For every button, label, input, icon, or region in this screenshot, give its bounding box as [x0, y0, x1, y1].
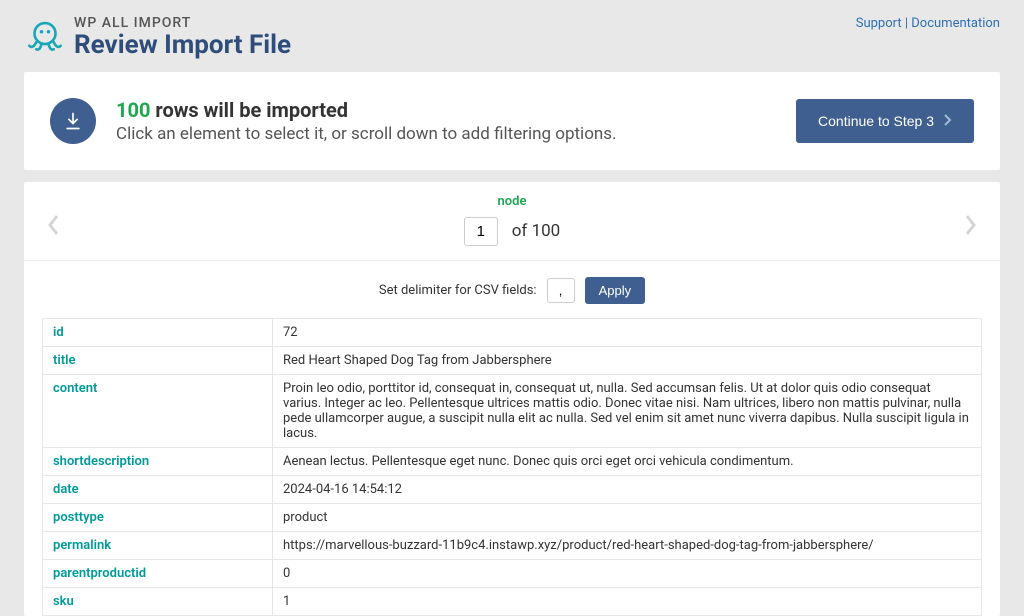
node-label: node: [62, 194, 962, 209]
prev-record-button[interactable]: [44, 210, 62, 240]
field-key[interactable]: title: [43, 346, 273, 374]
table-row[interactable]: permalinkhttps://marvellous-buzzard-11b9…: [43, 531, 982, 559]
field-key[interactable]: sku: [43, 587, 273, 615]
field-key[interactable]: posttype: [43, 503, 273, 531]
import-subtitle: Click an element to select it, or scroll…: [116, 124, 617, 144]
field-value[interactable]: Red Heart Shaped Dog Tag from Jabbersphe…: [273, 346, 982, 374]
table-row[interactable]: date2024-04-16 14:54:12: [43, 475, 982, 503]
field-value[interactable]: 1: [273, 587, 982, 615]
apply-delimiter-button[interactable]: Apply: [585, 277, 646, 304]
field-value[interactable]: 2024-04-16 14:54:12: [273, 475, 982, 503]
table-row[interactable]: contentProin leo odio, porttitor id, con…: [43, 374, 982, 447]
page-title: Review Import File: [74, 31, 291, 60]
of-label: of: [512, 221, 528, 241]
delimiter-input[interactable]: [547, 278, 575, 303]
continue-button[interactable]: Continue to Step 3: [796, 99, 974, 143]
import-title-suffix: rows will be imported: [155, 98, 348, 122]
table-row[interactable]: id72: [43, 318, 982, 346]
brand-name: WP ALL IMPORT: [74, 16, 291, 31]
app-header: WP ALL IMPORT Review Import File Support…: [0, 0, 1024, 68]
field-value[interactable]: product: [273, 503, 982, 531]
table-row[interactable]: sku1: [43, 587, 982, 615]
field-key[interactable]: id: [43, 318, 273, 346]
record-navigator: node of 100: [24, 182, 1000, 261]
field-key[interactable]: shortdescription: [43, 447, 273, 475]
field-key[interactable]: date: [43, 475, 273, 503]
continue-button-label: Continue to Step 3: [818, 113, 934, 129]
record-table: id72titleRed Heart Shaped Dog Tag from J…: [42, 318, 982, 616]
octopus-logo-icon: [24, 16, 66, 58]
record-index-input[interactable]: [464, 217, 498, 246]
import-count: 100: [116, 98, 150, 122]
brand: WP ALL IMPORT Review Import File: [24, 16, 291, 60]
table-row[interactable]: posttypeproduct: [43, 503, 982, 531]
table-row[interactable]: parentproductid0: [43, 559, 982, 587]
chevron-right-icon: [944, 113, 952, 129]
next-record-button[interactable]: [962, 210, 980, 240]
table-row[interactable]: titleRed Heart Shaped Dog Tag from Jabbe…: [43, 346, 982, 374]
field-value[interactable]: https://marvellous-buzzard-11b9c4.instaw…: [273, 531, 982, 559]
field-value[interactable]: 0: [273, 559, 982, 587]
documentation-link[interactable]: Documentation: [911, 16, 1000, 31]
download-icon: [50, 98, 96, 144]
field-value[interactable]: 72: [273, 318, 982, 346]
field-value[interactable]: Aenean lectus. Pellentesque eget nunc. D…: [273, 447, 982, 475]
field-value[interactable]: Proin leo odio, porttitor id, consequat …: [273, 374, 982, 447]
summary-text: 100 rows will be imported Click an eleme…: [116, 98, 617, 144]
total-records: 100: [532, 221, 561, 241]
summary-panel: 100 rows will be imported Click an eleme…: [24, 72, 1000, 170]
data-panel: node of 100 Set delimiter for CSV fields…: [24, 182, 1000, 616]
field-key[interactable]: content: [43, 374, 273, 447]
delimiter-label: Set delimiter for CSV fields:: [379, 283, 537, 298]
delimiter-row: Set delimiter for CSV fields: Apply: [24, 261, 1000, 318]
support-link[interactable]: Support: [856, 16, 902, 31]
field-key[interactable]: permalink: [43, 531, 273, 559]
header-links: Support | Documentation: [856, 16, 1000, 31]
table-row[interactable]: shortdescriptionAenean lectus. Pellentes…: [43, 447, 982, 475]
field-key[interactable]: parentproductid: [43, 559, 273, 587]
